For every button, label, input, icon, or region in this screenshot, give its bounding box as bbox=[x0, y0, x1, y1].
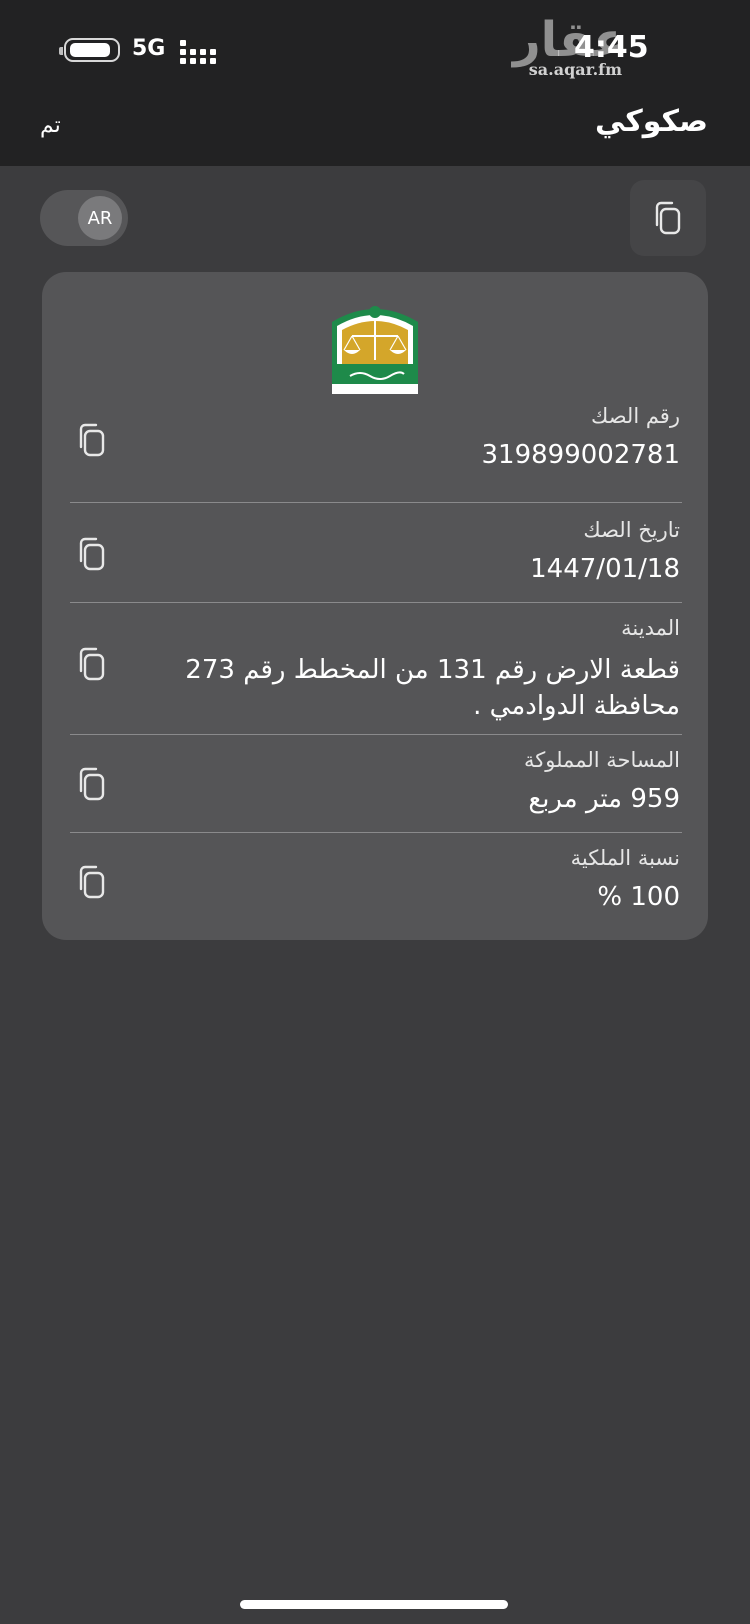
city-label: المدينة bbox=[621, 616, 680, 640]
copy-icon bbox=[79, 423, 105, 457]
copy-owned-area-button[interactable] bbox=[76, 766, 112, 806]
copy-city-button[interactable] bbox=[76, 646, 112, 686]
divider bbox=[70, 502, 682, 503]
copy-icon bbox=[79, 537, 105, 571]
language-toggle-knob: AR bbox=[78, 196, 122, 240]
status-time: 4:45 bbox=[574, 30, 649, 65]
city-value-line-1: قطعة الارض رقم 131 من المخطط رقم 273 bbox=[185, 655, 680, 685]
ownership-ratio-label: نسبة الملكية bbox=[570, 846, 680, 870]
copy-icon bbox=[655, 201, 681, 235]
copy-ownership-ratio-button[interactable] bbox=[76, 864, 112, 904]
battery-icon bbox=[59, 38, 120, 62]
status-bar: 5G عقار sa.aqar.fm 4:45 bbox=[0, 0, 750, 100]
language-toggle[interactable]: AR bbox=[40, 190, 128, 246]
owned-area-row: المساحة المملوكة 959 متر مربع bbox=[70, 748, 680, 828]
copy-deed-date-button[interactable] bbox=[76, 536, 112, 576]
city-value: قطعة الارض رقم 131 من المخطط رقم 273 محا… bbox=[160, 652, 680, 724]
ownership-ratio-row: نسبة الملكية 100 % bbox=[70, 846, 680, 926]
home-indicator[interactable] bbox=[240, 1600, 508, 1609]
network-label: 5G bbox=[132, 36, 166, 61]
signal-icon bbox=[180, 38, 220, 64]
ownership-ratio-value: 100 % bbox=[597, 882, 680, 912]
done-button[interactable]: تم bbox=[40, 113, 61, 138]
ministry-of-justice-emblem-icon bbox=[332, 306, 418, 394]
deed-card: رقم الصك 319899002781 تاريخ الصك 1447/01… bbox=[42, 272, 708, 940]
city-value-line-2: محافظة الدوادمي . bbox=[473, 691, 680, 721]
header: 5G عقار sa.aqar.fm 4:45 صكوكي تم bbox=[0, 0, 750, 166]
copy-icon bbox=[79, 865, 105, 899]
copy-icon bbox=[79, 767, 105, 801]
divider bbox=[70, 832, 682, 833]
copy-deed-number-button[interactable] bbox=[76, 422, 112, 462]
deed-number-row: رقم الصك 319899002781 bbox=[70, 404, 680, 484]
deed-date-label: تاريخ الصك bbox=[583, 518, 680, 542]
divider bbox=[70, 734, 682, 735]
copy-icon bbox=[79, 647, 105, 681]
deed-date-row: تاريخ الصك 1447/01/18 bbox=[70, 518, 680, 598]
city-row: المدينة قطعة الارض رقم 131 من المخطط رقم… bbox=[70, 616, 680, 726]
deed-date-value: 1447/01/18 bbox=[530, 554, 680, 584]
page-title: صكوكي bbox=[594, 104, 708, 139]
owned-area-label: المساحة المملوكة bbox=[524, 748, 680, 772]
deed-number-label: رقم الصك bbox=[591, 404, 680, 428]
copy-all-button[interactable] bbox=[630, 180, 706, 256]
divider bbox=[70, 602, 682, 603]
owned-area-value: 959 متر مربع bbox=[528, 784, 680, 814]
deed-number-value: 319899002781 bbox=[481, 440, 680, 470]
